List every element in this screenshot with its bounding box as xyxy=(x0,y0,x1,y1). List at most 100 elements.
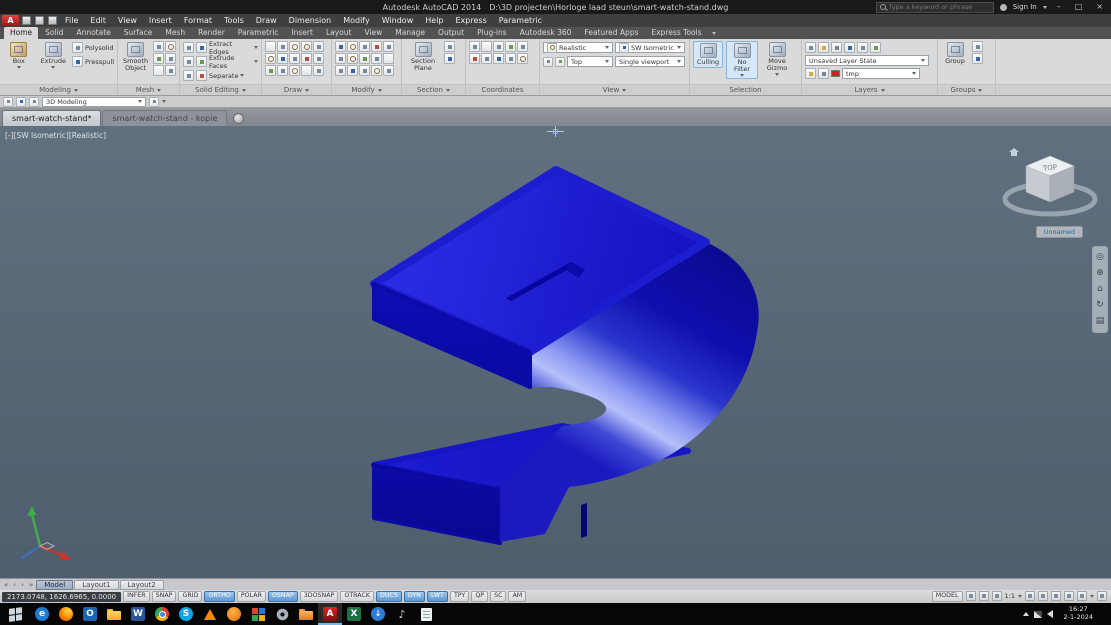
ucs-y-icon[interactable] xyxy=(481,53,492,64)
workspace-switching-icon[interactable] xyxy=(1038,591,1048,601)
stretch-icon[interactable] xyxy=(371,53,382,64)
remove-crease-icon[interactable] xyxy=(153,65,164,76)
current-layer-dropdown[interactable]: tmp xyxy=(842,68,920,79)
status-menu-chevron-icon[interactable] xyxy=(1090,595,1094,598)
autoscale-icon[interactable] xyxy=(1025,591,1035,601)
toggle-polar[interactable]: POLAR xyxy=(237,591,266,601)
isolate-objects-icon[interactable] xyxy=(1077,591,1087,601)
open-file-icon[interactable] xyxy=(35,16,44,25)
panel-title-groups[interactable]: Groups xyxy=(938,84,995,95)
tab-render[interactable]: Render xyxy=(192,27,231,39)
extrude-button[interactable]: Extrude xyxy=(38,41,70,70)
toggle-infer[interactable]: INFER xyxy=(123,591,150,601)
viewcube-home-icon[interactable] xyxy=(1009,148,1019,156)
rectangle-icon[interactable] xyxy=(313,41,324,52)
hardware-acceleration-icon[interactable] xyxy=(1064,591,1074,601)
toolbar-lock-icon[interactable] xyxy=(1051,591,1061,601)
toggle-sc[interactable]: SC xyxy=(490,591,506,601)
ray-icon[interactable] xyxy=(301,65,312,76)
donut-icon[interactable] xyxy=(289,65,300,76)
taskbar-firefox[interactable] xyxy=(54,603,78,625)
helix-icon[interactable] xyxy=(277,65,288,76)
panel-title-section[interactable]: Section xyxy=(402,84,465,95)
generate-section-icon[interactable] xyxy=(444,53,455,64)
tab-solid[interactable]: Solid xyxy=(39,27,69,39)
taskbar-chrome[interactable] xyxy=(150,603,174,625)
annotation-scale-button[interactable]: 1:1 xyxy=(1005,592,1015,600)
ucs-icon[interactable] xyxy=(481,41,492,52)
arc-icon[interactable] xyxy=(301,41,312,52)
refine-mesh-icon[interactable] xyxy=(153,53,164,64)
help-search-box[interactable] xyxy=(876,2,994,13)
toggle-qp[interactable]: QP xyxy=(471,591,488,601)
smart-watch-stand-model[interactable] xyxy=(0,126,1111,578)
scale-icon[interactable] xyxy=(359,53,370,64)
panel-title-modify[interactable]: Modify xyxy=(332,84,401,95)
tab-parametric[interactable]: Parametric xyxy=(232,27,285,39)
taskbar-excel[interactable]: X xyxy=(342,603,366,625)
ucs-icon[interactable] xyxy=(6,504,72,566)
tab-featured-apps[interactable]: Featured Apps xyxy=(578,27,644,39)
offset-icon[interactable] xyxy=(335,65,346,76)
showmotion-icon[interactable]: ▤ xyxy=(1096,317,1105,326)
menu-format[interactable]: Format xyxy=(179,14,217,27)
panel-title-layers[interactable]: Layers xyxy=(802,84,937,95)
viewport-layout-dropdown[interactable]: Single viewport xyxy=(615,56,685,67)
help-search-input[interactable] xyxy=(889,3,990,11)
spline-icon[interactable] xyxy=(289,53,300,64)
taskbar-outlook[interactable]: O xyxy=(78,603,102,625)
erase-icon[interactable] xyxy=(371,41,382,52)
layer-off-icon[interactable] xyxy=(818,42,829,53)
toggle-osnap[interactable]: OSNAP xyxy=(268,591,298,601)
quick-view-drawings-icon[interactable] xyxy=(979,591,989,601)
viewport-lock-icon[interactable] xyxy=(543,57,553,67)
layer-isolate-icon[interactable] xyxy=(831,42,842,53)
minimize-button[interactable]: – xyxy=(1053,0,1065,14)
move-gizmo-button[interactable]: Move Gizmo xyxy=(761,41,793,77)
ribbon-options-chevron-icon[interactable] xyxy=(712,32,716,35)
named-view-chip[interactable]: Unnamed xyxy=(1036,226,1083,238)
chevron-down-icon[interactable] xyxy=(1043,6,1047,9)
menu-view[interactable]: View xyxy=(113,14,142,27)
tab-layout1[interactable]: Layout1 xyxy=(74,580,118,590)
panel-title-solid-editing[interactable]: Solid Editing xyxy=(180,84,261,95)
toggle-am[interactable]: AM xyxy=(508,591,526,601)
file-tab-active[interactable]: smart-watch-stand* xyxy=(2,110,101,126)
align-icon[interactable] xyxy=(383,65,394,76)
box-button[interactable]: Box xyxy=(3,41,35,70)
layer-lock-icon[interactable] xyxy=(857,42,868,53)
panel-title-draw[interactable]: Draw xyxy=(262,84,331,95)
taskbar-autocad[interactable]: A xyxy=(318,603,342,625)
toggle-grid[interactable]: GRID xyxy=(178,591,202,601)
tab-mesh[interactable]: Mesh xyxy=(159,27,191,39)
network-icon[interactable] xyxy=(1034,611,1042,618)
extrude-faces-button[interactable]: Extrude Faces xyxy=(183,55,258,68)
live-section-icon[interactable] xyxy=(444,41,455,52)
tab-autodesk-360[interactable]: Autodesk 360 xyxy=(514,27,578,39)
point-icon[interactable] xyxy=(301,53,312,64)
toggle-3dosnap[interactable]: 3DOSNAP xyxy=(300,591,339,601)
volume-icon[interactable] xyxy=(1047,610,1053,618)
viewcube-top-label[interactable]: TOP xyxy=(1042,163,1058,173)
layer-on-bulb-icon[interactable] xyxy=(805,68,816,79)
previous-layout-icon[interactable]: ‹ xyxy=(11,581,18,589)
panel-title-coordinates[interactable]: Coordinates xyxy=(466,84,539,95)
extract-edges-button[interactable]: Extract Edges xyxy=(183,41,258,54)
close-button[interactable]: × xyxy=(1092,0,1107,14)
panel-title-modeling[interactable]: Modeling xyxy=(0,84,117,95)
ucs-face-icon[interactable] xyxy=(505,41,516,52)
polysolid-button[interactable]: Polysolid xyxy=(72,41,114,54)
clean-screen-icon[interactable] xyxy=(1097,591,1107,601)
viewport-controls-label[interactable]: [-][SW Isometric][Realistic] xyxy=(5,131,106,140)
layer-match-icon[interactable] xyxy=(870,42,881,53)
tab-output[interactable]: Output xyxy=(432,27,470,39)
menu-edit[interactable]: Edit xyxy=(85,14,111,27)
revision-cloud-icon[interactable] xyxy=(313,65,324,76)
workspace-save-icon[interactable] xyxy=(29,97,39,107)
copy-icon[interactable] xyxy=(383,41,394,52)
smooth-object-button[interactable]: Smooth Object xyxy=(121,41,150,73)
first-layout-icon[interactable]: « xyxy=(2,581,10,589)
menu-window[interactable]: Window xyxy=(377,14,419,27)
workspace-switch-icon[interactable] xyxy=(16,97,26,107)
taskbar-notepad[interactable] xyxy=(414,603,438,625)
